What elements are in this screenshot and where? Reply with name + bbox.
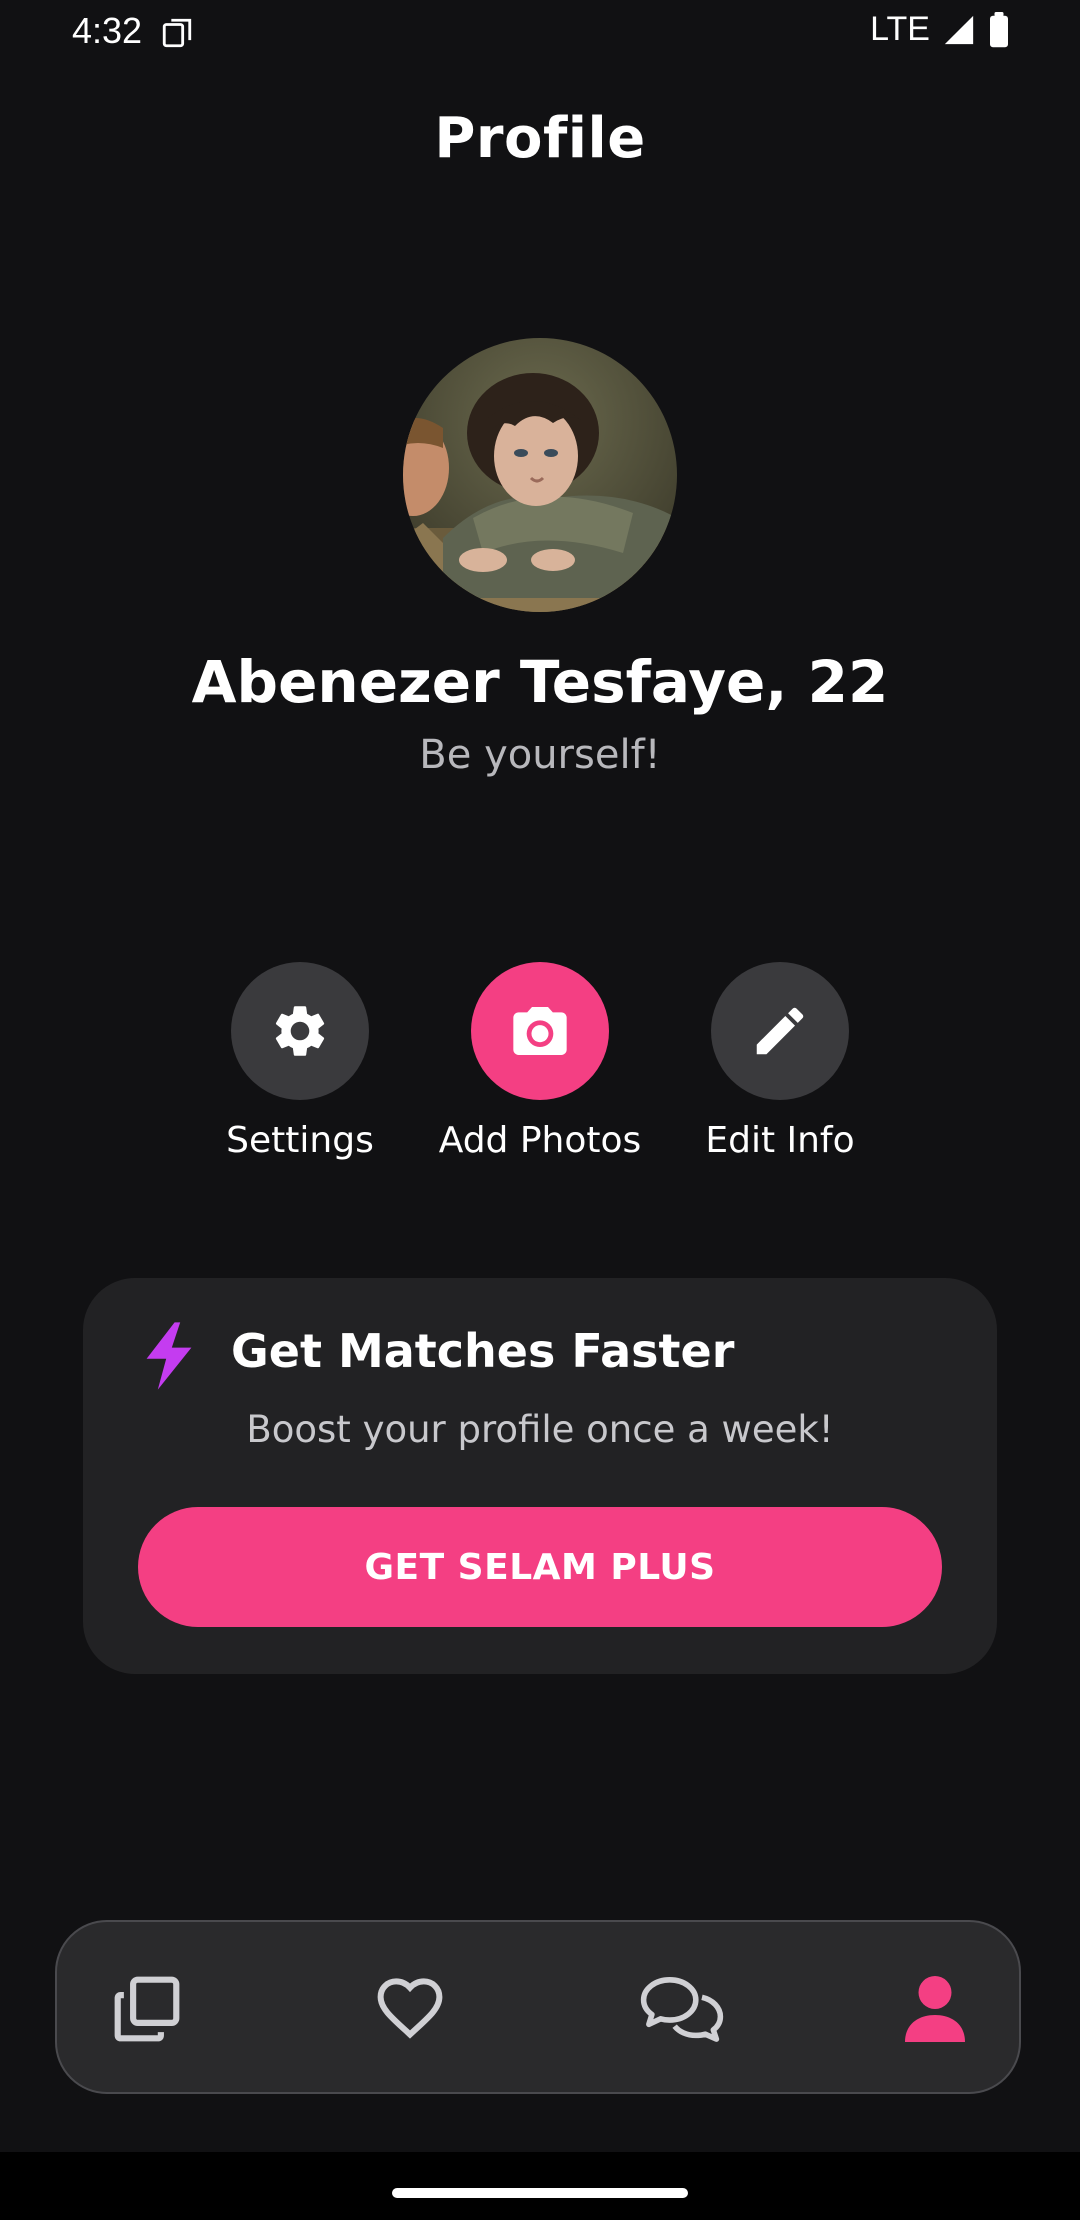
lightning-icon: [146, 1322, 192, 1390]
sim-card-icon: [162, 18, 192, 48]
network-type: LTE: [870, 10, 930, 48]
nav-likes[interactable]: [365, 1964, 455, 2054]
status-bar: 4:32 LTE: [0, 0, 1080, 64]
battery-icon: [990, 11, 1008, 47]
boost-title: Get Matches Faster: [231, 1324, 735, 1378]
avatar[interactable]: [403, 338, 677, 612]
status-time: 4:32: [72, 10, 143, 51]
pencil-icon: [756, 1007, 804, 1055]
add-photos-circle[interactable]: [471, 962, 609, 1100]
profile-actions: Settings Add Photos Edit Info: [0, 962, 1080, 1172]
boost-card: Get Matches Faster Boost your profile on…: [83, 1278, 997, 1674]
camera-icon: [513, 1007, 567, 1055]
avatar-photo: [403, 338, 677, 612]
nav-cards[interactable]: [102, 1964, 192, 2054]
edit-info-circle[interactable]: [711, 962, 849, 1100]
profile-bio: Be yourself!: [419, 732, 661, 778]
home-indicator[interactable]: [392, 2188, 688, 2198]
bottom-nav: [55, 1920, 1021, 2094]
chat-icon: [640, 1977, 724, 2042]
add-photos-button[interactable]: Add Photos: [410, 962, 670, 1161]
settings-button[interactable]: Settings: [170, 962, 430, 1161]
profile-name: Abenezer Tesfaye, 22: [191, 648, 889, 716]
heart-icon: [377, 1978, 443, 2039]
settings-label: Settings: [226, 1120, 374, 1161]
page-title: Profile: [434, 106, 646, 171]
settings-circle[interactable]: [231, 962, 369, 1100]
get-selam-plus-button[interactable]: GET SELAM PLUS: [138, 1507, 942, 1627]
nav-messages[interactable]: [637, 1964, 727, 2054]
gear-icon: [275, 1006, 325, 1056]
boost-subtitle: Boost your profile once a week!: [246, 1408, 834, 1451]
person-icon: [905, 1976, 965, 2042]
status-right: LTE: [870, 10, 1010, 49]
nav-profile[interactable]: [890, 1964, 980, 2054]
edit-info-label: Edit Info: [705, 1120, 855, 1161]
edit-info-button[interactable]: Edit Info: [650, 962, 910, 1161]
system-nav-bar: [0, 2152, 1080, 2220]
cards-icon: [114, 1976, 180, 2042]
add-photos-label: Add Photos: [438, 1120, 642, 1161]
signal-icon: [944, 15, 974, 44]
